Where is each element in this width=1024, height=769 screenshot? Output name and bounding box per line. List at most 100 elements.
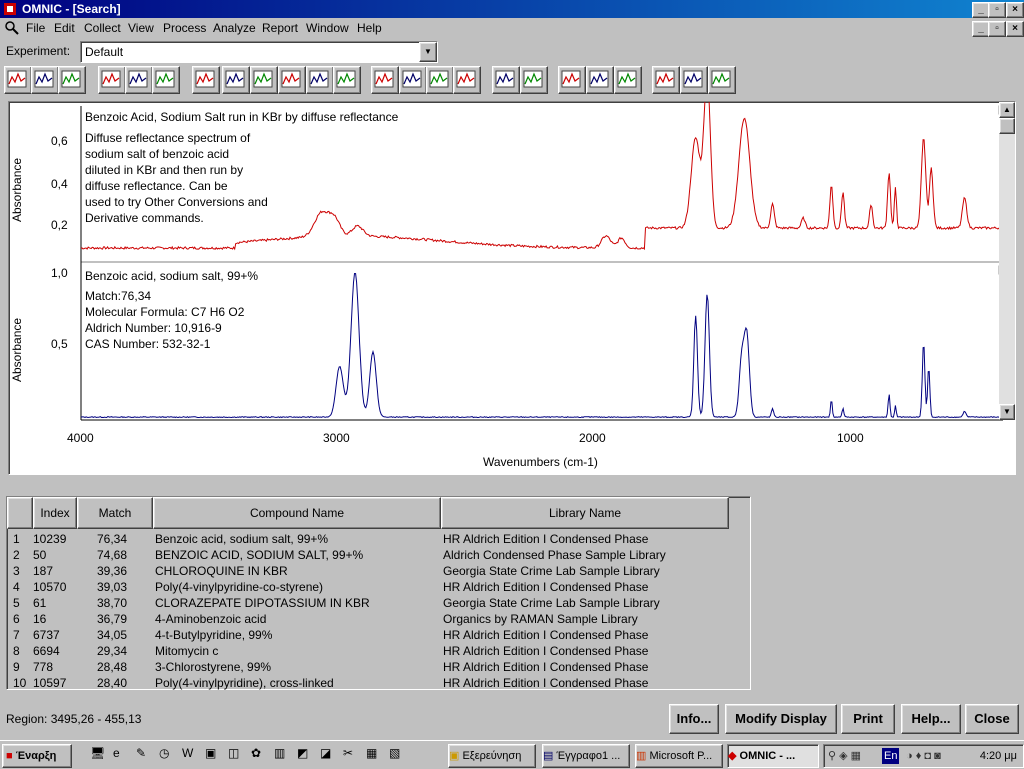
desc-line-4: used to try Other Conversions and (85, 195, 268, 209)
menu-file[interactable]: File (26, 21, 45, 35)
menu-collect[interactable]: Collect (84, 21, 121, 35)
app-icon[interactable]: ◩ (297, 746, 308, 760)
task-powerpoint[interactable]: ▥ Microsoft P... (635, 744, 723, 768)
cell-index: 10597 (33, 676, 67, 690)
cell-index: 50 (33, 548, 47, 562)
close-window-button[interactable]: × (1006, 2, 1024, 18)
desktop-icon[interactable]: 🖥 (90, 746, 105, 760)
peaks-icon[interactable] (306, 66, 334, 94)
baseline-icon[interactable] (278, 66, 306, 94)
modify-display-button[interactable]: Modify Display (725, 704, 837, 734)
spectrum-chart[interactable]: Absorbance Absorbance 0,6 0,4 0,2 1,0 0,… (9, 102, 1013, 472)
start-button[interactable]: ■ Έναρξη (2, 744, 72, 768)
doc-close-button[interactable]: × (1006, 21, 1024, 37)
omnic-icon: ◆ (728, 750, 737, 762)
search-lib-icon[interactable] (399, 66, 427, 94)
clock-icon[interactable]: ◷ (159, 746, 169, 760)
scroll-down-icon[interactable]: ▼ (999, 404, 1015, 420)
col-header-compound[interactable]: Compound Name (153, 497, 441, 529)
task-omnic[interactable]: ◆ OMNIC - ... (727, 744, 819, 768)
chevron-down-icon[interactable]: ▼ (419, 42, 437, 62)
cell-name: CLORAZEPATE DIPOTASSIUM IN KBR (155, 596, 370, 610)
table-row[interactable]: 10 10597 28,40 Poly(4-vinylpyridine), cross… (7, 676, 729, 692)
scroll-up-icon[interactable]: ▲ (999, 102, 1015, 118)
experiment-icon[interactable] (152, 66, 180, 94)
menu-process[interactable]: Process (163, 21, 206, 35)
app-icon[interactable]: ▣ (205, 746, 216, 760)
app-icon[interactable]: ◫ (228, 746, 239, 760)
grid-icon[interactable] (333, 66, 361, 94)
title-bar: OMNIC - [Search] _ ▫ × (0, 0, 1024, 18)
desc-line-1: sodium salt of benzoic acid (85, 147, 229, 161)
print-button[interactable]: Print (841, 704, 895, 734)
menu-analyze[interactable]: Analyze (213, 21, 256, 35)
tile-icon[interactable] (614, 66, 642, 94)
stack-icon[interactable] (586, 66, 614, 94)
doc-restore-button[interactable]: ▫ (988, 21, 1006, 37)
cut-icon[interactable] (652, 66, 680, 94)
copy-icon[interactable] (680, 66, 708, 94)
bottom-spectrum-title: Benzoic acid, sodium salt, 99+% (85, 269, 258, 283)
zoom-icon[interactable] (222, 66, 250, 94)
spectrum-icon[interactable] (192, 66, 220, 94)
magnify-icon[interactable] (492, 66, 520, 94)
table-row[interactable]: 6 16 36,79 4-Aminobenzoic acid Organics by R… (7, 612, 729, 628)
library-icon[interactable] (371, 66, 399, 94)
app-icon[interactable]: ▥ (274, 746, 285, 760)
task-label: Microsoft P... (649, 750, 713, 762)
ie-icon[interactable]: e (113, 746, 120, 760)
table-row[interactable]: 8 6694 29,34 Mitomycin c HR Aldrich Edition … (7, 644, 729, 660)
app-icon[interactable]: ▧ (389, 746, 400, 760)
table-row[interactable]: 9 778 28,48 3-Chlorostyrene, 99% HR Aldrich … (7, 660, 729, 676)
paste-icon[interactable] (708, 66, 736, 94)
table-row[interactable]: 2 50 74,68 BENZOIC ACID, SODIUM SALT, 99+% A… (7, 548, 729, 564)
app-icon[interactable]: ✂ (343, 746, 353, 760)
menu-view[interactable]: View (128, 21, 154, 35)
help-button[interactable]: Help... (901, 704, 961, 734)
close-button[interactable]: Close (965, 704, 1019, 734)
print-icon[interactable] (58, 66, 86, 94)
chart-icon[interactable] (520, 66, 548, 94)
cell-name: 4-Aminobenzoic acid (155, 612, 267, 626)
menu-window[interactable]: Window (306, 21, 349, 35)
pan-icon[interactable] (250, 66, 278, 94)
overlay-icon[interactable] (558, 66, 586, 94)
top-ytick-1: 0,4 (51, 177, 68, 191)
desc-line-5: Derivative commands. (85, 211, 204, 225)
table-row[interactable]: 1 10239 76,34 Benzoic acid, sodium salt, 99… (7, 532, 729, 548)
outlook-icon[interactable]: ✎ (136, 746, 146, 760)
collect-icon[interactable] (98, 66, 126, 94)
word-icon[interactable]: W (182, 746, 193, 760)
spectrum-window[interactable]: Absorbance Absorbance 0,6 0,4 0,2 1,0 0,… (8, 101, 1016, 475)
table-row[interactable]: 5 61 38,70 CLORAZEPATE DIPOTASSIUM IN KBR Ge… (7, 596, 729, 612)
col-header-library[interactable]: Library Name (441, 497, 729, 529)
col-header-row[interactable] (7, 497, 33, 529)
task-word[interactable]: ▤ Έγγραφο1 ... (542, 744, 630, 768)
language-indicator[interactable]: En (882, 748, 900, 764)
app-icon[interactable]: ✿ (251, 746, 261, 760)
table-row[interactable]: 4 10570 39,03 Poly(4-vinylpyridine-co-styre… (7, 580, 729, 596)
open-icon[interactable] (4, 66, 32, 94)
scroll-thumb[interactable] (999, 118, 1015, 134)
menu-report[interactable]: Report (262, 21, 298, 35)
cell-name: BENZOIC ACID, SODIUM SALT, 99+% (155, 548, 364, 562)
correlation-icon[interactable] (426, 66, 454, 94)
col-header-match[interactable]: Match (77, 497, 153, 529)
restore-button[interactable]: ▫ (988, 2, 1006, 18)
vertical-scrollbar[interactable]: ▲ ▼ (999, 102, 1015, 420)
menu-help[interactable]: Help (357, 21, 382, 35)
table-row[interactable]: 7 6737 34,05 4-t-Butylpyridine, 99% HR Aldri… (7, 628, 729, 644)
cell-index: 61 (33, 596, 47, 610)
multi-icon[interactable] (453, 66, 481, 94)
app-icon[interactable]: ▦ (366, 746, 377, 760)
table-row[interactable]: 3 187 39,36 CHLOROQUINE IN KBR Georgia State… (7, 564, 729, 580)
experiment-dropdown[interactable]: Default ▼ (80, 41, 438, 63)
info-button[interactable]: Info... (669, 704, 719, 734)
menu-edit[interactable]: Edit (54, 21, 75, 35)
task-explorer[interactable]: ▣ Εξερεύνηση (448, 744, 536, 768)
app-icon[interactable]: ◪ (320, 746, 331, 760)
save-icon[interactable] (31, 66, 59, 94)
collect-bg-icon[interactable] (125, 66, 153, 94)
results-table[interactable]: Index Match Compound Name Library Name 1… (6, 496, 751, 690)
col-header-index[interactable]: Index (33, 497, 77, 529)
